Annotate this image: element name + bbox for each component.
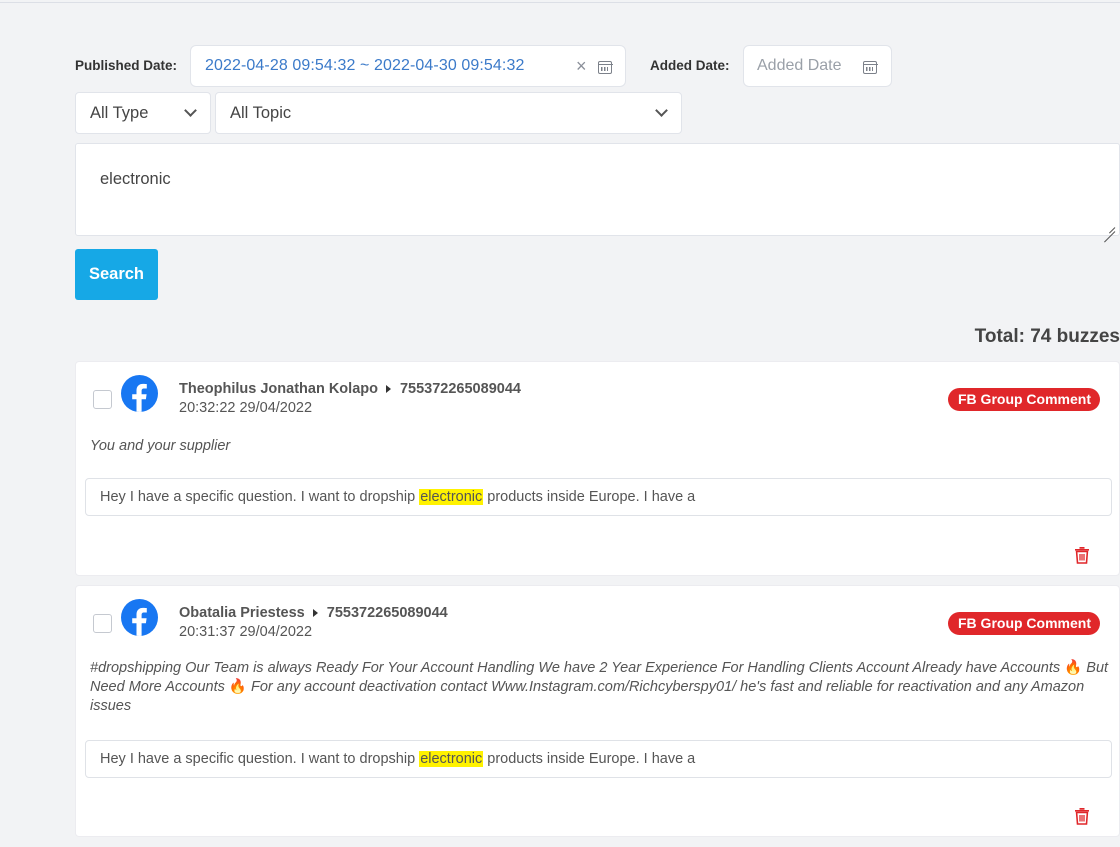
caret-right-icon [312,609,318,617]
top-divider [0,0,1120,3]
comment-quote: Hey I have a specific question. I want t… [85,478,1112,516]
topic-select-value[interactable]: All Topic [230,104,291,123]
post-text: You and your supplier [90,438,231,454]
author-line: Theophilus Jonathan Kolapo 7553722650890… [179,381,521,397]
fire-icon: 🔥 [228,679,247,695]
quote-text-before: Hey I have a specific question. I want t… [100,489,420,505]
published-date-picker[interactable]: 2022-04-28 09:54:32 ~ 2022-04-30 09:54:3… [190,45,626,87]
search-button[interactable]: Search [75,249,158,300]
published-date-label: Published Date: [75,58,178,73]
calendar-icon[interactable] [862,61,878,74]
caret-right-icon [385,385,391,393]
quote-text-before: Hey I have a specific question. I want t… [100,751,420,767]
author-name[interactable]: Theophilus Jonathan Kolapo [179,381,378,397]
resize-handle-icon[interactable] [1103,220,1115,232]
facebook-icon [121,375,158,412]
chevron-down-icon[interactable] [655,104,668,117]
post-time: 20:32:22 29/04/2022 [179,400,313,416]
buzz-card: Theophilus Jonathan Kolapo 7553722650890… [75,361,1120,576]
trash-icon[interactable] [1074,546,1090,564]
select-checkbox[interactable] [93,614,112,633]
source-badge: FB Group Comment [948,612,1100,635]
post-text-part: #dropshipping Our Team is always Ready F… [90,660,1065,676]
added-date-picker[interactable]: Added Date [743,45,892,87]
added-date-placeholder[interactable]: Added Date [757,57,842,75]
author-name[interactable]: Obatalia Priestess [179,605,305,621]
added-date-label: Added Date: [650,58,730,73]
type-select[interactable]: All Type [75,92,211,134]
published-date-value[interactable]: 2022-04-28 09:54:32 ~ 2022-04-30 09:54:3… [205,57,524,75]
source-badge: FB Group Comment [948,388,1100,411]
trash-icon[interactable] [1074,807,1090,825]
group-id[interactable]: 755372265089044 [327,605,448,621]
author-line: Obatalia Priestess 755372265089044 [179,605,448,621]
quote-text-after: products inside Europe. I have a [483,751,696,767]
group-id[interactable]: 755372265089044 [400,381,521,397]
fire-icon: 🔥 [1064,660,1083,676]
keyword-highlight: electronic [419,751,484,767]
comment-quote: Hey I have a specific question. I want t… [85,740,1112,778]
total-count: Total: 74 buzzes [974,326,1120,347]
keyword-highlight: electronic [419,489,484,505]
buzz-card: Obatalia Priestess 755372265089044 20:31… [75,585,1120,837]
post-text: #dropshipping Our Team is always Ready F… [90,659,1110,716]
calendar-icon[interactable] [597,61,613,74]
facebook-icon [121,599,158,636]
post-time: 20:31:37 29/04/2022 [179,624,313,640]
topic-select[interactable]: All Topic [215,92,682,134]
quote-text-after: products inside Europe. I have a [483,489,696,505]
clear-icon[interactable]: × [576,57,587,75]
select-checkbox[interactable] [93,390,112,409]
type-select-value[interactable]: All Type [90,104,148,123]
keyword-textarea[interactable]: electronic [75,143,1120,236]
chevron-down-icon[interactable] [184,104,197,117]
keyword-text[interactable]: electronic [100,170,171,188]
